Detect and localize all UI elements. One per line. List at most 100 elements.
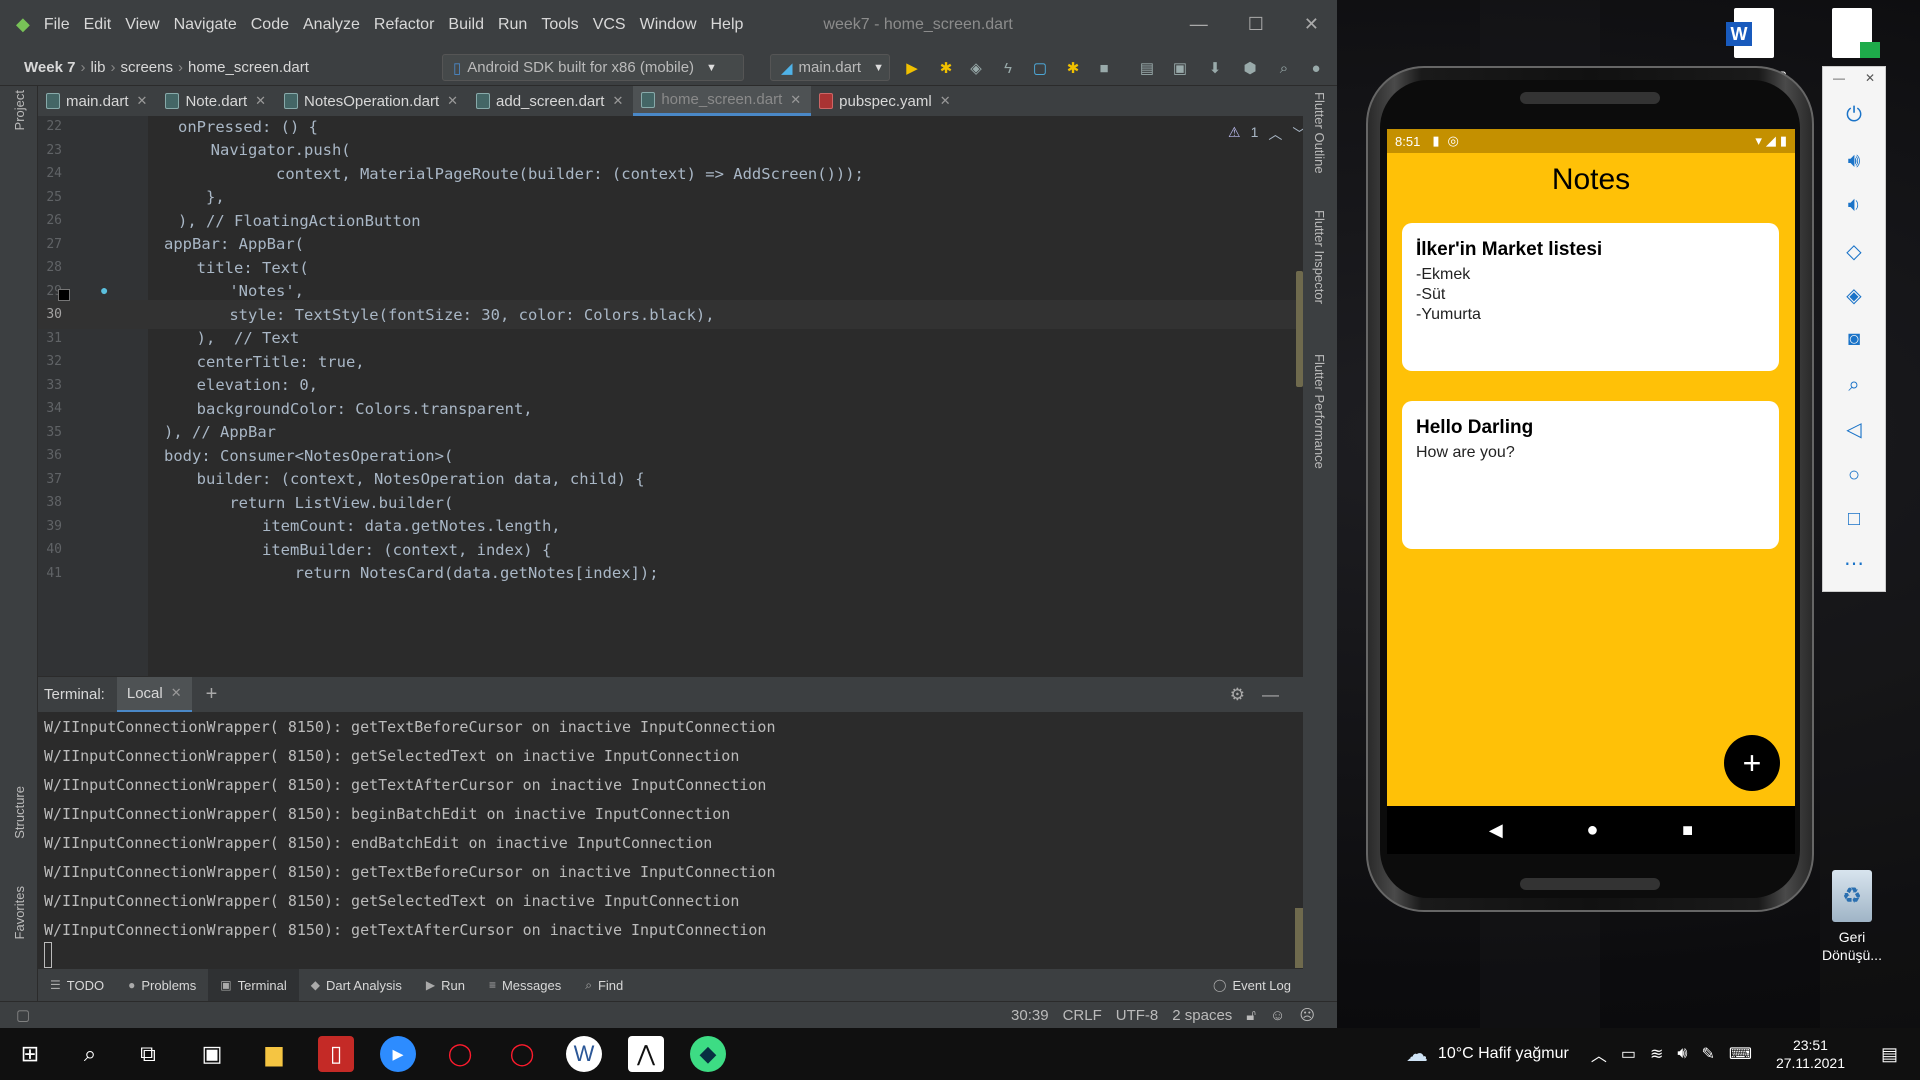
office-app-icon[interactable]: ▯ [318, 1036, 354, 1072]
tab-pubspec-yaml[interactable]: pubspec.yaml ✕ [811, 86, 960, 116]
menu-vcs[interactable]: VCS [593, 16, 626, 34]
menu-build[interactable]: Build [448, 16, 484, 34]
smiley-icon[interactable]: ☺ [1270, 1007, 1285, 1024]
run-icon[interactable]: ▶ [902, 58, 922, 78]
back-icon[interactable]: ◁ [1823, 409, 1885, 449]
attach-debugger-icon[interactable]: ✱ [1063, 58, 1083, 78]
messages-tool-button[interactable]: ≡ Messages [477, 969, 573, 1001]
run-config-selector[interactable]: ◢ main.dart ▼ [770, 54, 890, 81]
file-encoding[interactable]: UTF-8 [1116, 1007, 1159, 1024]
stop-icon[interactable]: ■ [1094, 58, 1114, 78]
file-explorer-icon[interactable]: ▆ [256, 1036, 292, 1072]
more-icon[interactable]: ⋯ [1823, 543, 1885, 583]
todo-tool-button[interactable]: ☰ TODO [38, 969, 116, 1001]
word-desktop-icon[interactable]: W [1722, 8, 1786, 58]
menu-navigate[interactable]: Navigate [174, 16, 237, 34]
recycle-bin-desktop-icon[interactable]: ♻ Geri Dönüşü... [1814, 870, 1890, 964]
menu-file[interactable]: File [44, 16, 70, 34]
close-tab-icon[interactable]: ✕ [790, 92, 801, 108]
flutter-inspector-tool-tab[interactable]: Flutter Inspector [1312, 210, 1327, 304]
close-tab-icon[interactable]: ✕ [940, 93, 951, 109]
plugins-icon[interactable]: ⬢ [1240, 58, 1260, 78]
find-tool-button[interactable]: ⌕ Find [573, 969, 635, 1001]
battery-icon[interactable]: ▭ [1621, 1044, 1636, 1064]
flutter-outline-tool-tab[interactable]: Flutter Outline [1312, 92, 1327, 174]
screenshot-icon[interactable]: ◙ [1823, 319, 1885, 359]
home-icon[interactable]: ● [1586, 819, 1598, 842]
project-structure-icon[interactable]: ▤ [1137, 58, 1157, 78]
search-icon[interactable]: ⌕ [1274, 58, 1294, 78]
menu-edit[interactable]: Edit [84, 16, 112, 34]
opera-icon[interactable]: ◯ [442, 1036, 478, 1072]
problems-tool-button[interactable]: ● Problems [116, 969, 208, 1001]
close-tab-icon[interactable]: ✕ [612, 93, 623, 109]
minimize-icon[interactable]: — [1190, 14, 1208, 35]
run-tool-button[interactable]: ▶ Run [414, 969, 477, 1001]
menu-run[interactable]: Run [498, 16, 527, 34]
menu-code[interactable]: Code [251, 16, 289, 34]
debug-icon[interactable]: ✱ [936, 58, 956, 78]
terminal-scrollbar[interactable] [1295, 908, 1303, 968]
toggle-panels-icon[interactable]: ▢ [16, 1006, 30, 1024]
breadcrumb-project[interactable]: Week 7 [24, 59, 75, 76]
clock[interactable]: 23:51 27.11.2021 [1776, 1036, 1845, 1072]
weather-text[interactable]: 10°C Hafif yağmur [1438, 1045, 1569, 1063]
favorites-tool-tab[interactable]: Favorites [12, 886, 27, 939]
sad-face-icon[interactable]: ☹ [1299, 1006, 1315, 1024]
rotate-left-icon[interactable]: ◇ [1823, 231, 1885, 271]
volume-up-icon[interactable]: 🔊︎ [1823, 141, 1885, 181]
tab-add-screen-dart[interactable]: add_screen.dart ✕ [468, 86, 633, 116]
dart-analysis-tool-button[interactable]: ◆ Dart Analysis [299, 969, 414, 1001]
hot-restart-icon[interactable]: ▢ [1030, 58, 1050, 78]
avd-manager-icon[interactable]: ▣ [1170, 58, 1190, 78]
menu-help[interactable]: Help [711, 16, 744, 34]
phone-screen[interactable]: 8:51 ▮ ◎ ▾ ◢ ▮ Notes İlker'in Market lis… [1387, 129, 1795, 806]
home-icon[interactable]: ○ [1823, 455, 1885, 495]
terminal-tab-local[interactable]: Local ✕ [116, 676, 192, 713]
caret-position[interactable]: 30:39 [1011, 1007, 1049, 1024]
code-editor[interactable]: 22 onPressed: () {23 Navigator.push(24 co… [38, 116, 1303, 676]
back-icon[interactable]: ◀ [1489, 820, 1503, 841]
device-selector[interactable]: ▯ Android SDK built for x86 (mobile) ▼ [442, 54, 744, 81]
flutter-performance-tool-tab[interactable]: Flutter Performance [1312, 354, 1327, 469]
close-tab-icon[interactable]: ✕ [137, 93, 148, 109]
volume-down-icon[interactable]: 🔉︎ [1823, 185, 1885, 225]
structure-tool-tab[interactable]: Structure [12, 786, 27, 839]
close-tab-icon[interactable]: ✕ [447, 93, 458, 109]
breadcrumb-file[interactable]: home_screen.dart [188, 59, 309, 76]
overview-icon[interactable]: □ [1823, 499, 1885, 539]
code-line[interactable]: 41 return NotesCard(data.getNotes[index]… [38, 559, 1303, 588]
maximize-icon[interactable]: ☐ [1248, 14, 1264, 35]
terminal-output[interactable]: W/IInputConnectionWrapper( 8150): getTex… [38, 712, 1303, 969]
note-card[interactable]: Hello Darling How are you? [1402, 401, 1779, 549]
tab-note-dart[interactable]: Note.dart ✕ [157, 86, 276, 116]
file-desktop-icon[interactable] [1822, 8, 1882, 58]
tab-home-screen-dart[interactable]: home_screen.dart ✕ [633, 86, 812, 116]
lightbulb-icon[interactable]: ● [100, 282, 108, 298]
search-icon[interactable]: ⌕ [72, 1036, 108, 1072]
chevron-up-icon[interactable]: ︿ [1268, 124, 1282, 144]
keyboard-icon[interactable]: ⌨ [1729, 1044, 1752, 1064]
hot-reload-icon[interactable]: ϟ [998, 58, 1018, 78]
close-tab-icon[interactable]: ✕ [255, 93, 266, 109]
sdk-manager-icon[interactable]: ⬇ [1205, 58, 1225, 78]
windows-start-icon[interactable]: ⊞ [12, 1036, 48, 1072]
add-note-fab[interactable]: + [1724, 735, 1780, 791]
chevron-up-icon[interactable]: ︿ [1591, 1042, 1607, 1066]
editor-scrollbar[interactable] [1296, 271, 1303, 387]
close-icon[interactable]: ✕ [1304, 14, 1319, 35]
rotate-right-icon[interactable]: ◈ [1823, 275, 1885, 315]
android-studio-taskbar-icon[interactable]: ◆ [690, 1036, 726, 1072]
volume-icon[interactable]: 🔊︎ [1677, 1045, 1687, 1063]
profile-icon[interactable]: ◈ [966, 58, 986, 78]
color-swatch-icon[interactable] [58, 289, 70, 301]
breadcrumb-screens[interactable]: screens [120, 59, 173, 76]
line-separator[interactable]: CRLF [1063, 1007, 1102, 1024]
task-view-icon[interactable]: ⧉ [130, 1036, 166, 1072]
terminal-tool-button[interactable]: ▣ Terminal [208, 969, 299, 1001]
inspection-widget[interactable]: ⚠ 1 ︿ ﹀ [1228, 124, 1306, 144]
breadcrumb-lib[interactable]: lib [90, 59, 105, 76]
power-icon[interactable]: ⏻ [1823, 95, 1885, 135]
notifications-icon[interactable]: ▤ [1881, 1044, 1898, 1065]
terminal-app-icon[interactable]: ▣ [194, 1036, 230, 1072]
